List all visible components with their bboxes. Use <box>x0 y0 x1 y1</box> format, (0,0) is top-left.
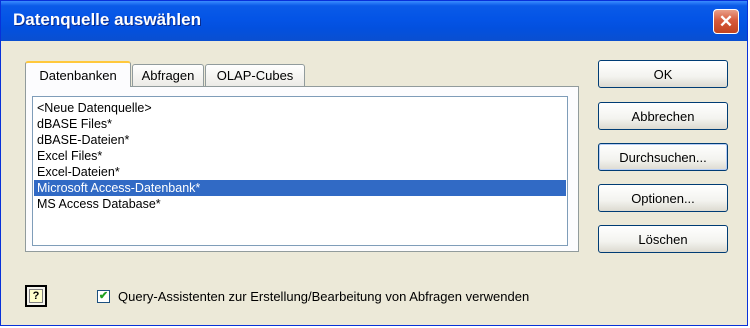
title-bar[interactable]: Datenquelle auswählen ✕ <box>1 1 747 41</box>
tab-datenbanken[interactable]: Datenbanken <box>25 61 131 87</box>
datasource-list[interactable]: <Neue Datenquelle> dBASE Files* dBASE-Da… <box>32 96 568 246</box>
close-icon: ✕ <box>718 11 734 31</box>
list-item[interactable]: dBASE-Dateien* <box>34 132 566 148</box>
dialog-window: Datenquelle auswählen ✕ Datenbanken Abfr… <box>0 0 748 326</box>
help-icon: ? <box>29 289 43 303</box>
list-item[interactable]: <Neue Datenquelle> <box>34 100 566 116</box>
query-wizard-checkbox[interactable]: ✔ <box>97 290 110 303</box>
browse-button[interactable]: Durchsuchen... <box>598 143 728 171</box>
tab-olap-cubes[interactable]: OLAP-Cubes <box>205 64 305 86</box>
delete-button[interactable]: Löschen <box>598 225 728 253</box>
query-wizard-label[interactable]: Query-Assistenten zur Erstellung/Bearbei… <box>118 289 529 304</box>
cancel-button[interactable]: Abbrechen <box>598 102 728 130</box>
checkmark-icon: ✔ <box>98 290 109 302</box>
tab-abfragen[interactable]: Abfragen <box>132 64 204 86</box>
list-item[interactable]: Excel-Dateien* <box>34 164 566 180</box>
list-item[interactable]: Excel Files* <box>34 148 566 164</box>
ok-button[interactable]: OK <box>598 60 728 88</box>
list-item[interactable]: MS Access Database* <box>34 196 566 212</box>
window-title: Datenquelle auswählen <box>13 10 201 29</box>
options-button[interactable]: Optionen... <box>598 184 728 212</box>
close-button[interactable]: ✕ <box>713 9 739 34</box>
tab-panel: <Neue Datenquelle> dBASE Files* dBASE-Da… <box>25 86 579 252</box>
help-button[interactable]: ? <box>25 285 47 307</box>
list-item-selected[interactable]: Microsoft Access-Datenbank* <box>34 180 566 196</box>
list-item[interactable]: dBASE Files* <box>34 116 566 132</box>
